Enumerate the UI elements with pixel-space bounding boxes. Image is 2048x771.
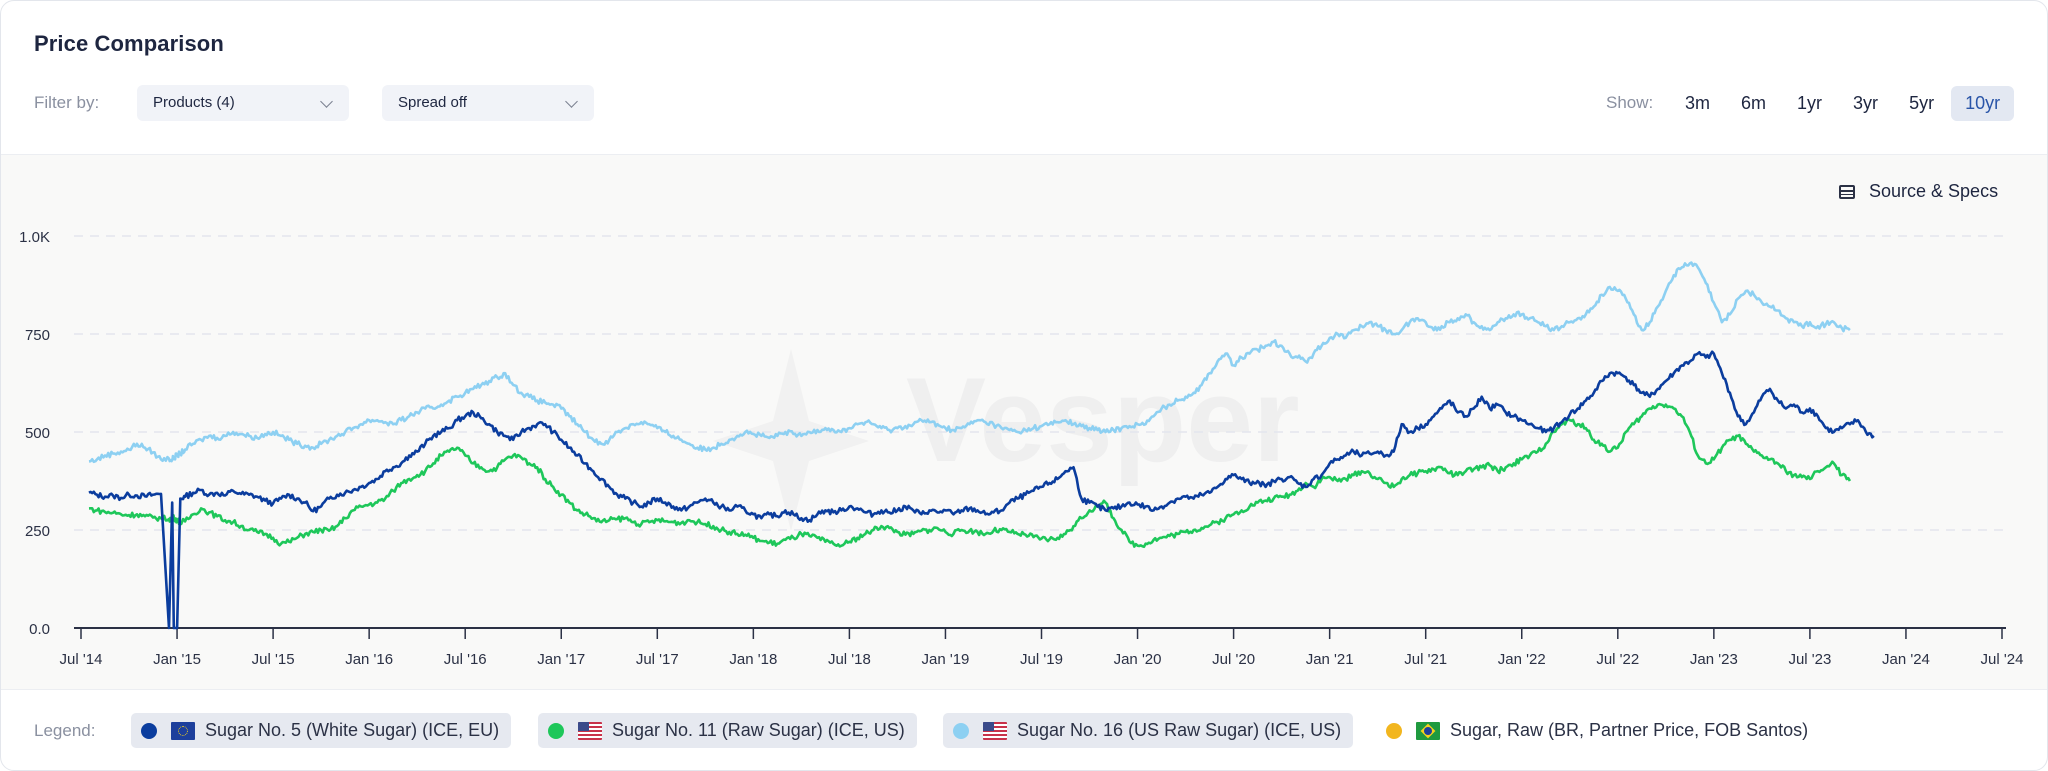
x-tick-label: Jan '21 <box>1306 651 1354 668</box>
x-tick-label: Jan '24 <box>1882 651 1930 668</box>
x-tick-label: Jan '20 <box>1114 651 1162 668</box>
x-tick-label: Jul '19 <box>1020 651 1063 668</box>
x-tick-label: Jan '16 <box>345 651 393 668</box>
x-tick-label: Jan '19 <box>921 651 969 668</box>
y-axis: 0.0 250 500 750 1.0K <box>19 229 50 638</box>
legend-item-sugar-no11[interactable]: Sugar No. 11 (Raw Sugar) (ICE, US) <box>538 713 917 748</box>
x-tick-label: Jul '15 <box>252 651 295 668</box>
x-tick-label: Jul '21 <box>1404 651 1447 668</box>
series-dot-icon <box>548 722 564 739</box>
x-tick-label: Jul '22 <box>1596 651 1639 668</box>
eu-flag-icon <box>171 721 195 740</box>
y-tick-label: 0.0 <box>29 621 50 638</box>
x-tick-label: Jan '23 <box>1690 651 1738 668</box>
x-tick-label: Jul '20 <box>1212 651 1255 668</box>
us-flag-icon <box>578 721 602 740</box>
watermark-text: Vesper <box>906 353 1300 487</box>
watermark-star-icon <box>713 349 869 531</box>
legend-item-sugar-raw-br[interactable]: Sugar, Raw (BR, Partner Price, FOB Santo… <box>1376 713 1820 748</box>
x-tick-label: Jul '17 <box>636 651 679 668</box>
legend-item-sugar-no16[interactable]: Sugar No. 16 (US Raw Sugar) (ICE, US) <box>943 713 1354 748</box>
legend-item-label: Sugar, Raw (BR, Partner Price, FOB Santo… <box>1450 720 1809 740</box>
us-flag-icon <box>983 721 1007 740</box>
legend-label: Legend: <box>34 721 96 740</box>
x-tick-label: Jan '17 <box>537 651 585 668</box>
x-tick-label: Jul '23 <box>1788 651 1831 668</box>
legend-item-label: Sugar No. 11 (Raw Sugar) (ICE, US) <box>612 720 905 740</box>
price-line-chart: Vesper 0.02505007501.0K Jul '14 Jan '15 Ju… <box>19 229 2024 668</box>
y-tick-label: 500 <box>25 425 50 442</box>
y-tick-label: 250 <box>25 523 50 540</box>
x-axis: Jul '14 Jan '15 Jul '15 Jan '16 Jul '16 Jan '… <box>60 627 2024 668</box>
table-icon <box>1839 184 1855 199</box>
x-tick-label: Jul '16 <box>444 651 487 668</box>
legend-item-label: Sugar No. 5 (White Sugar) (ICE, EU) <box>205 720 500 740</box>
source-specs-button[interactable]: Source & Specs <box>1839 181 1998 202</box>
price-comparison-card: Price Comparison Filter by: Products (4)… <box>0 0 2048 771</box>
series-dot-icon <box>953 722 969 739</box>
x-tick-label: Jul '24 <box>1981 651 2024 668</box>
x-tick-label: Jan '18 <box>729 651 777 668</box>
x-tick-label: Jan '15 <box>153 651 201 668</box>
y-tick-label: 1.0K <box>19 229 50 246</box>
brazil-flag-icon <box>1416 721 1440 740</box>
legend-item-sugar-no5[interactable]: Sugar No. 5 (White Sugar) (ICE, EU) <box>131 713 512 748</box>
y-tick-label: 750 <box>25 327 50 344</box>
series-dot-icon <box>141 722 157 739</box>
source-specs-label: Source & Specs <box>1869 181 1999 201</box>
series-dot-icon <box>1386 722 1402 739</box>
x-tick-label: Jul '14 <box>60 651 103 668</box>
legend-item-label: Sugar No. 16 (US Raw Sugar) (ICE, US) <box>1017 720 1342 740</box>
x-tick-label: Jan '22 <box>1498 651 1546 668</box>
x-tick-label: Jul '18 <box>828 651 871 668</box>
